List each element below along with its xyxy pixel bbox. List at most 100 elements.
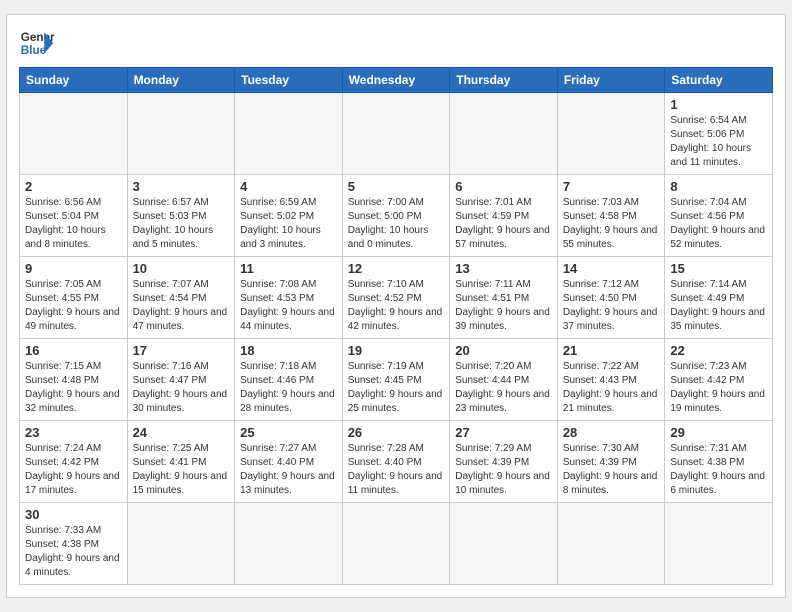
day-cell [235, 93, 343, 175]
day-cell: 9 Sunrise: 7:05 AM Sunset: 4:55 PM Daylig… [20, 257, 128, 339]
day-cell: 19Sunrise: 7:19 AM Sunset: 4:45 PM Dayli… [342, 339, 450, 421]
day-number: 29 [670, 425, 767, 440]
calendar-table: SundayMondayTuesdayWednesdayThursdayFrid… [19, 67, 773, 585]
day-info: Sunrise: 7:10 AM Sunset: 4:52 PM Dayligh… [348, 278, 445, 334]
week-row-2: 2 Sunrise: 6:56 AM Sunset: 5:04 PM Daylig… [20, 175, 773, 257]
weekday-monday: Monday [127, 68, 235, 93]
day-info: Sunrise: 6:57 AM Sunset: 5:03 PM Dayligh… [133, 196, 230, 252]
week-row-5: 23 Sunrise: 7:24 AM Sunset: 4:42 PM Dayli… [20, 421, 773, 503]
day-cell: 3 Sunrise: 6:57 AM Sunset: 5:03 PM Daylig… [127, 175, 235, 257]
day-cell: 7Sunrise: 7:03 AM Sunset: 4:58 PM Daylig… [557, 175, 665, 257]
day-number: 25 [240, 425, 337, 440]
day-info: Sunrise: 7:30 AM Sunset: 4:39 PM Dayligh… [563, 442, 660, 498]
day-number: 4 [240, 179, 337, 194]
day-info: Sunrise: 7:14 AM Sunset: 4:49 PM Dayligh… [670, 278, 767, 334]
day-number: 28 [563, 425, 660, 440]
day-cell [557, 503, 665, 585]
day-cell: 2 Sunrise: 6:56 AM Sunset: 5:04 PM Daylig… [20, 175, 128, 257]
day-number: 5 [348, 179, 445, 194]
day-number: 16 [25, 343, 122, 358]
day-cell: 29 Sunrise: 7:31 AM Sunset: 4:38 PM Dayli… [665, 421, 773, 503]
day-number: 20 [455, 343, 552, 358]
day-info: Sunrise: 6:59 AM Sunset: 5:02 PM Dayligh… [240, 196, 337, 252]
week-row-3: 9 Sunrise: 7:05 AM Sunset: 4:55 PM Daylig… [20, 257, 773, 339]
week-row-1: 1 Sunrise: 6:54 AM Sunset: 5:06 PM Daylig… [20, 93, 773, 175]
weekday-wednesday: Wednesday [342, 68, 450, 93]
day-cell: 10 Sunrise: 7:07 AM Sunset: 4:54 PM Dayli… [127, 257, 235, 339]
day-cell: 27Sunrise: 7:29 AM Sunset: 4:39 PM Dayli… [450, 421, 558, 503]
day-number: 8 [670, 179, 767, 194]
day-info: Sunrise: 7:20 AM Sunset: 4:44 PM Dayligh… [455, 360, 552, 416]
day-cell: 4 Sunrise: 6:59 AM Sunset: 5:02 PM Daylig… [235, 175, 343, 257]
day-cell: 13Sunrise: 7:11 AM Sunset: 4:51 PM Dayli… [450, 257, 558, 339]
day-cell [450, 93, 558, 175]
weekday-friday: Friday [557, 68, 665, 93]
calendar-container: General Blue SundayMondayTuesdayWednesda… [6, 14, 786, 598]
day-info: Sunrise: 7:00 AM Sunset: 5:00 PM Dayligh… [348, 196, 445, 252]
day-number: 30 [25, 507, 122, 522]
day-cell: 8 Sunrise: 7:04 AM Sunset: 4:56 PM Daylig… [665, 175, 773, 257]
day-number: 23 [25, 425, 122, 440]
day-info: Sunrise: 6:54 AM Sunset: 5:06 PM Dayligh… [670, 114, 767, 170]
day-cell: 5 Sunrise: 7:00 AM Sunset: 5:00 PM Daylig… [342, 175, 450, 257]
day-info: Sunrise: 7:04 AM Sunset: 4:56 PM Dayligh… [670, 196, 767, 252]
day-number: 12 [348, 261, 445, 276]
day-info: Sunrise: 7:31 AM Sunset: 4:38 PM Dayligh… [670, 442, 767, 498]
day-info: Sunrise: 7:28 AM Sunset: 4:40 PM Dayligh… [348, 442, 445, 498]
day-number: 10 [133, 261, 230, 276]
day-info: Sunrise: 7:24 AM Sunset: 4:42 PM Dayligh… [25, 442, 122, 498]
day-number: 18 [240, 343, 337, 358]
day-info: Sunrise: 7:27 AM Sunset: 4:40 PM Dayligh… [240, 442, 337, 498]
day-number: 11 [240, 261, 337, 276]
day-cell: 25 Sunrise: 7:27 AM Sunset: 4:40 PM Dayli… [235, 421, 343, 503]
day-info: Sunrise: 7:16 AM Sunset: 4:47 PM Dayligh… [133, 360, 230, 416]
day-number: 7 [563, 179, 660, 194]
logo-icon: General Blue [19, 25, 55, 61]
day-info: Sunrise: 7:19 AM Sunset: 4:45 PM Dayligh… [348, 360, 445, 416]
day-info: Sunrise: 6:56 AM Sunset: 5:04 PM Dayligh… [25, 196, 122, 252]
day-cell: 17Sunrise: 7:16 AM Sunset: 4:47 PM Dayli… [127, 339, 235, 421]
weekday-sunday: Sunday [20, 68, 128, 93]
day-cell: 16Sunrise: 7:15 AM Sunset: 4:48 PM Dayli… [20, 339, 128, 421]
day-cell: 21 Sunrise: 7:22 AM Sunset: 4:43 PM Dayli… [557, 339, 665, 421]
day-cell: 11 Sunrise: 7:08 AM Sunset: 4:53 PM Dayli… [235, 257, 343, 339]
day-cell [342, 93, 450, 175]
day-info: Sunrise: 7:08 AM Sunset: 4:53 PM Dayligh… [240, 278, 337, 334]
day-number: 9 [25, 261, 122, 276]
day-cell: 1 Sunrise: 6:54 AM Sunset: 5:06 PM Daylig… [665, 93, 773, 175]
day-number: 2 [25, 179, 122, 194]
svg-text:Blue: Blue [21, 44, 47, 57]
day-cell: 15 Sunrise: 7:14 AM Sunset: 4:49 PM Dayli… [665, 257, 773, 339]
day-number: 22 [670, 343, 767, 358]
day-number: 1 [670, 97, 767, 112]
day-cell: 6Sunrise: 7:01 AM Sunset: 4:59 PM Daylig… [450, 175, 558, 257]
day-cell [557, 93, 665, 175]
day-info: Sunrise: 7:18 AM Sunset: 4:46 PM Dayligh… [240, 360, 337, 416]
day-cell: 20 Sunrise: 7:20 AM Sunset: 4:44 PM Dayli… [450, 339, 558, 421]
day-info: Sunrise: 7:07 AM Sunset: 4:54 PM Dayligh… [133, 278, 230, 334]
day-cell: 30 Sunrise: 7:33 AM Sunset: 4:38 PM Dayli… [20, 503, 128, 585]
day-cell: 14Sunrise: 7:12 AM Sunset: 4:50 PM Dayli… [557, 257, 665, 339]
day-cell [235, 503, 343, 585]
day-cell: 26Sunrise: 7:28 AM Sunset: 4:40 PM Dayli… [342, 421, 450, 503]
day-cell: 18 Sunrise: 7:18 AM Sunset: 4:46 PM Dayli… [235, 339, 343, 421]
day-cell [127, 93, 235, 175]
day-number: 3 [133, 179, 230, 194]
day-info: Sunrise: 7:22 AM Sunset: 4:43 PM Dayligh… [563, 360, 660, 416]
day-number: 21 [563, 343, 660, 358]
week-row-6: 30 Sunrise: 7:33 AM Sunset: 4:38 PM Dayli… [20, 503, 773, 585]
day-cell: 28 Sunrise: 7:30 AM Sunset: 4:39 PM Dayli… [557, 421, 665, 503]
day-info: Sunrise: 7:25 AM Sunset: 4:41 PM Dayligh… [133, 442, 230, 498]
day-info: Sunrise: 7:11 AM Sunset: 4:51 PM Dayligh… [455, 278, 552, 334]
day-info: Sunrise: 7:05 AM Sunset: 4:55 PM Dayligh… [25, 278, 122, 334]
day-number: 15 [670, 261, 767, 276]
day-cell: 23 Sunrise: 7:24 AM Sunset: 4:42 PM Dayli… [20, 421, 128, 503]
day-cell [342, 503, 450, 585]
day-cell: 12 Sunrise: 7:10 AM Sunset: 4:52 PM Dayli… [342, 257, 450, 339]
day-cell: 22Sunrise: 7:23 AM Sunset: 4:42 PM Dayli… [665, 339, 773, 421]
day-info: Sunrise: 7:29 AM Sunset: 4:39 PM Dayligh… [455, 442, 552, 498]
day-info: Sunrise: 7:33 AM Sunset: 4:38 PM Dayligh… [25, 524, 122, 580]
day-cell [127, 503, 235, 585]
day-number: 14 [563, 261, 660, 276]
day-cell: 24Sunrise: 7:25 AM Sunset: 4:41 PM Dayli… [127, 421, 235, 503]
